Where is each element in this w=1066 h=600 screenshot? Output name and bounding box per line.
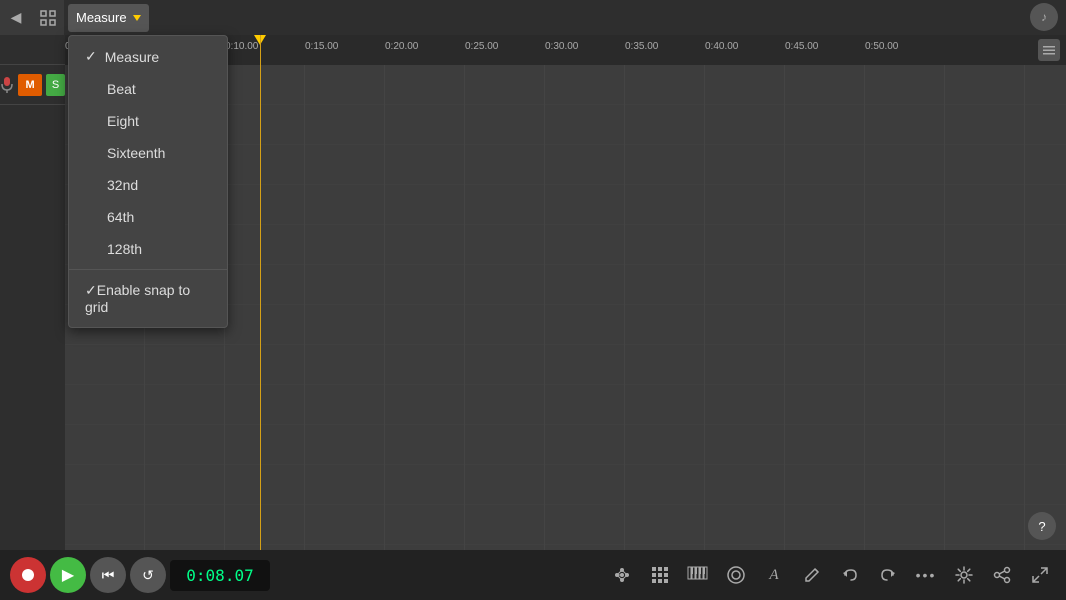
menu-item-32nd-label: 32nd xyxy=(107,177,138,193)
toolbar-right: A ••• xyxy=(606,559,1056,591)
loop-region-button[interactable] xyxy=(720,559,752,591)
menu-item-128th[interactable]: 128th xyxy=(69,233,227,265)
ruler-mark-25: 0:25.00 xyxy=(465,41,498,52)
help-icon: ? xyxy=(1038,519,1045,534)
redo-button[interactable] xyxy=(872,559,904,591)
ruler-mark-30: 0:30.00 xyxy=(545,41,578,52)
play-button[interactable]: ▶ xyxy=(50,557,86,593)
grid-icon xyxy=(40,10,56,26)
track-playhead xyxy=(260,65,261,550)
top-right-icon: ♪ xyxy=(1030,3,1058,31)
ruler-mark-35: 0:35.00 xyxy=(625,41,658,52)
dropdown-arrow-icon xyxy=(133,15,141,21)
ruler-mark-20: 0:20.00 xyxy=(385,41,418,52)
undo-button[interactable] xyxy=(834,559,866,591)
playhead-line-ruler xyxy=(260,35,261,65)
solo-button[interactable]: S xyxy=(46,74,65,96)
ruler-mark-50: 0:50.00 xyxy=(865,41,898,52)
pencil-button[interactable] xyxy=(796,559,828,591)
menu-item-eight-label: Eight xyxy=(107,113,139,129)
pencil-icon xyxy=(803,566,821,584)
menu-item-measure[interactable]: Measure xyxy=(69,40,227,73)
piano-button[interactable] xyxy=(682,559,714,591)
menu-item-sixteenth[interactable]: Sixteenth xyxy=(69,137,227,169)
bottom-bar: ▶ ⏮ ↺ 0:08.07 xyxy=(0,550,1066,600)
back-button[interactable]: ◀ xyxy=(0,0,32,35)
dropdown-menu: Measure Beat Eight Sixteenth 32nd 64th 1… xyxy=(68,35,228,328)
ruler-mark-15: 0:15.00 xyxy=(305,41,338,52)
top-bar: ◀ Measure ♪ xyxy=(0,0,1066,35)
record-button[interactable] xyxy=(10,557,46,593)
settings-icon xyxy=(955,566,973,584)
grid-button[interactable] xyxy=(32,0,64,35)
share-icon xyxy=(993,566,1011,584)
music-icon: ♪ xyxy=(1041,10,1047,24)
redo-icon xyxy=(879,566,897,584)
menu-item-32nd[interactable]: 32nd xyxy=(69,169,227,201)
piano-icon xyxy=(687,566,709,584)
ruler-mark-40: 0:40.00 xyxy=(705,41,738,52)
text-icon: A xyxy=(769,567,778,584)
measure-dropdown[interactable]: Measure xyxy=(68,4,149,32)
track-header-1: M S xyxy=(0,65,65,105)
undo-icon xyxy=(841,566,859,584)
expand-icon xyxy=(1031,566,1049,584)
menu-item-128th-label: 128th xyxy=(107,241,142,257)
mic-area xyxy=(0,76,14,94)
loop-region-icon xyxy=(726,565,746,585)
menu-item-sixteenth-label: Sixteenth xyxy=(107,145,165,161)
time-display: 0:08.07 xyxy=(170,560,270,591)
nodes-button[interactable] xyxy=(606,559,638,591)
help-button[interactable]: ? xyxy=(1028,512,1056,540)
step-sequencer-icon xyxy=(651,566,669,584)
text-button[interactable]: A xyxy=(758,559,790,591)
rewind-icon: ⏮ xyxy=(102,567,115,584)
loop-button[interactable]: ↺ xyxy=(130,557,166,593)
ruler-mark-45: 0:45.00 xyxy=(785,41,818,52)
mute-button[interactable]: M xyxy=(18,74,42,96)
share-button[interactable] xyxy=(986,559,1018,591)
back-icon: ◀ xyxy=(11,9,22,26)
menu-item-measure-label: Measure xyxy=(105,49,159,65)
settings-button[interactable] xyxy=(948,559,980,591)
menu-item-eight[interactable]: Eight xyxy=(69,105,227,137)
ruler-settings-button[interactable] xyxy=(1038,39,1060,61)
mic-icon xyxy=(0,76,14,94)
menu-item-beat[interactable]: Beat xyxy=(69,73,227,105)
expand-button[interactable] xyxy=(1024,559,1056,591)
ruler-spacer xyxy=(0,35,65,65)
more-icon: ••• xyxy=(916,567,937,583)
menu-item-64th-label: 64th xyxy=(107,209,134,225)
time-value: 0:08.07 xyxy=(186,566,253,585)
menu-item-beat-label: Beat xyxy=(107,81,136,97)
track-headers: M S xyxy=(0,65,65,550)
record-icon xyxy=(22,569,34,581)
rewind-button[interactable]: ⏮ xyxy=(90,557,126,593)
more-button[interactable]: ••• xyxy=(910,559,942,591)
step-sequencer-button[interactable] xyxy=(644,559,676,591)
measure-label: Measure xyxy=(76,10,127,25)
nodes-icon xyxy=(613,566,631,584)
play-icon: ▶ xyxy=(62,565,74,585)
loop-icon: ↺ xyxy=(142,567,154,584)
menu-snap-label: ✓Enable snap togrid xyxy=(85,282,190,315)
menu-divider xyxy=(69,269,227,270)
transport-controls: ▶ ⏮ ↺ 0:08.07 xyxy=(10,557,270,593)
menu-item-64th[interactable]: 64th xyxy=(69,201,227,233)
ruler-settings-icon xyxy=(1042,43,1056,57)
menu-item-snap[interactable]: ✓Enable snap togrid xyxy=(69,274,227,323)
